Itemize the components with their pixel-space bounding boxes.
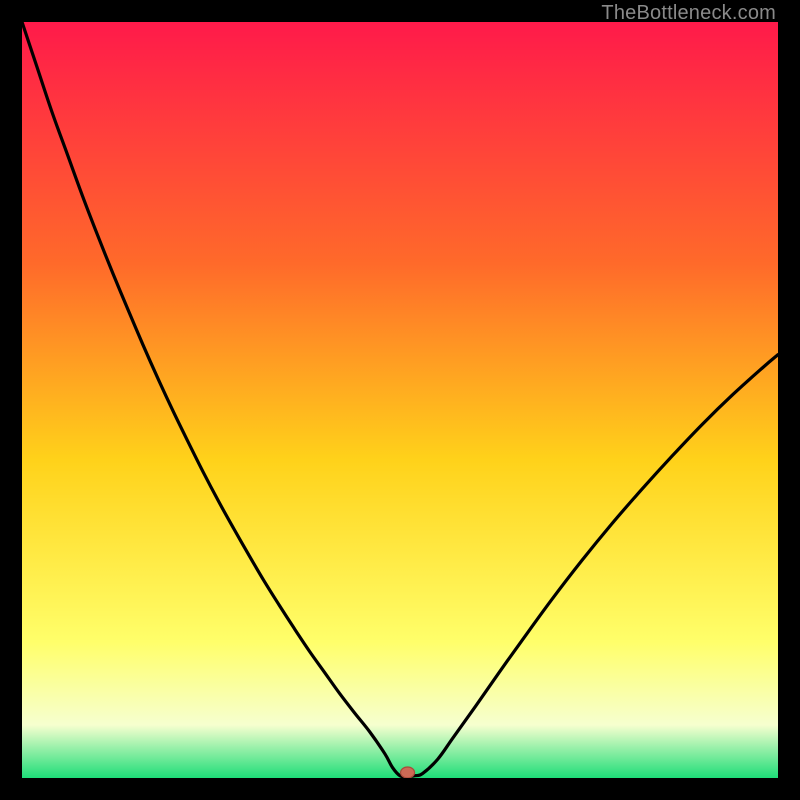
optimal-point-marker <box>401 767 415 778</box>
chart-frame: TheBottleneck.com <box>0 0 800 800</box>
plot-area <box>22 22 778 778</box>
gradient-background <box>22 22 778 778</box>
plot-svg <box>22 22 778 778</box>
